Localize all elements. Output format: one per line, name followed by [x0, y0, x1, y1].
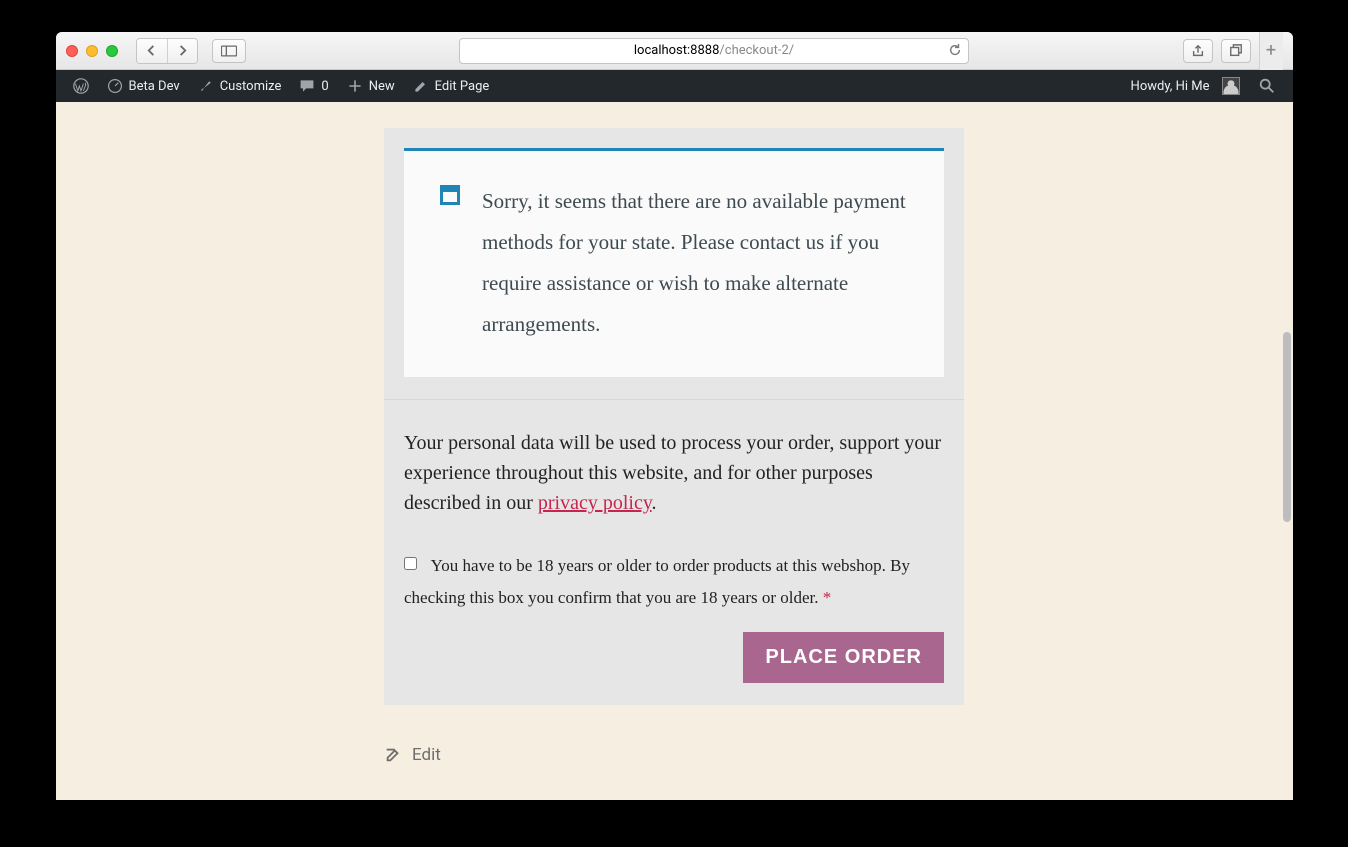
- comments-count: 0: [321, 79, 328, 94]
- site-name-label: Beta Dev: [129, 79, 180, 94]
- age-text: You have to be 18 years or older to orde…: [404, 556, 910, 607]
- page-viewport[interactable]: Sorry, it seems that there are no availa…: [56, 102, 1293, 800]
- admin-search-button[interactable]: [1249, 70, 1285, 102]
- privacy-post: .: [652, 492, 657, 514]
- url-host: localhost:8888: [634, 43, 720, 58]
- privacy-policy-text: Your personal data will be used to proce…: [404, 428, 944, 518]
- window-controls: [66, 45, 118, 57]
- customize-menu[interactable]: Customize: [189, 70, 291, 102]
- new-tab-button[interactable]: +: [1259, 32, 1283, 70]
- wordpress-icon: [73, 78, 89, 94]
- checkout-payment-box: Sorry, it seems that there are no availa…: [384, 128, 964, 705]
- comments-menu[interactable]: 0: [290, 70, 337, 102]
- new-content-menu[interactable]: New: [338, 70, 404, 102]
- toolbar-right: [1183, 39, 1251, 63]
- place-order-button[interactable]: PLACE ORDER: [743, 632, 944, 683]
- close-window-button[interactable]: [66, 45, 78, 57]
- pencil-icon: [413, 78, 429, 94]
- gauge-icon: [107, 78, 123, 94]
- info-icon: [440, 185, 460, 345]
- address-bar[interactable]: localhost:8888/checkout-2/: [459, 38, 969, 64]
- age-verification-checkbox[interactable]: [404, 557, 417, 570]
- wp-logo-menu[interactable]: [64, 70, 98, 102]
- notice-text: Sorry, it seems that there are no availa…: [482, 181, 908, 345]
- age-verification-label[interactable]: You have to be 18 years or older to orde…: [404, 556, 910, 607]
- account-menu[interactable]: Howdy, Hi Me: [1122, 70, 1249, 102]
- brush-icon: [198, 78, 214, 94]
- plus-icon: [347, 78, 363, 94]
- avatar: [1222, 77, 1240, 95]
- sidebar-toggle-button[interactable]: [212, 39, 246, 63]
- site-name-menu[interactable]: Beta Dev: [98, 70, 189, 102]
- age-verification-row: You have to be 18 years or older to orde…: [384, 528, 964, 615]
- payment-methods-notice: Sorry, it seems that there are no availa…: [404, 148, 944, 377]
- forward-button[interactable]: [167, 39, 197, 63]
- search-icon: [1258, 77, 1276, 95]
- edit-page-label: Edit Page: [435, 79, 490, 94]
- browser-window: localhost:8888/checkout-2/ + Beta Dev: [56, 32, 1293, 800]
- nav-back-forward: [136, 38, 198, 64]
- share-button[interactable]: [1183, 39, 1213, 63]
- edit-page-link[interactable]: Edit: [384, 745, 964, 765]
- howdy-label: Howdy, Hi Me: [1131, 79, 1210, 94]
- wp-admin-bar: Beta Dev Customize 0 New Edit Page Howd: [56, 70, 1293, 102]
- customize-label: Customize: [220, 79, 282, 94]
- fullscreen-window-button[interactable]: [106, 45, 118, 57]
- url-path: /checkout-2/: [719, 43, 794, 58]
- edit-label: Edit: [412, 745, 441, 765]
- back-button[interactable]: [137, 39, 167, 63]
- browser-toolbar: localhost:8888/checkout-2/ +: [56, 32, 1293, 70]
- edit-icon: [384, 746, 402, 764]
- reload-button[interactable]: [948, 43, 962, 61]
- tabs-button[interactable]: [1221, 39, 1251, 63]
- required-mark: *: [823, 588, 832, 607]
- privacy-policy-link[interactable]: privacy policy: [538, 492, 652, 514]
- new-label: New: [369, 79, 395, 94]
- comment-icon: [299, 78, 315, 94]
- edit-page-menu[interactable]: Edit Page: [404, 70, 499, 102]
- privacy-pre: Your personal data will be used to proce…: [404, 432, 941, 514]
- minimize-window-button[interactable]: [86, 45, 98, 57]
- vertical-scrollbar[interactable]: [1283, 332, 1291, 522]
